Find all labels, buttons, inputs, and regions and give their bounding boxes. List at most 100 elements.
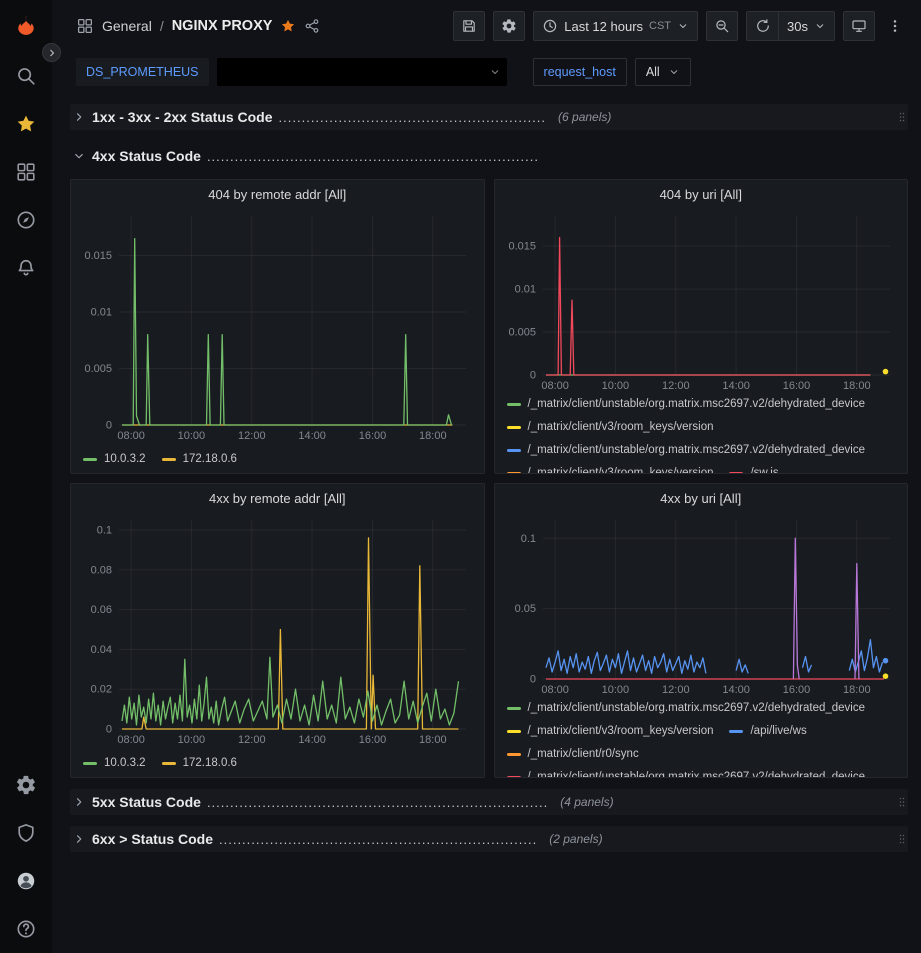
dashboard-settings-button[interactable] xyxy=(493,11,525,41)
grafana-logo[interactable] xyxy=(0,0,52,52)
svg-text:0.01: 0.01 xyxy=(514,284,535,296)
dashboard-row-5xx[interactable]: 5xx Status Code ........................… xyxy=(70,789,908,815)
breadcrumb-section[interactable]: General xyxy=(102,18,152,34)
dashboard-row-4xx[interactable]: 4xx Status Code ........................… xyxy=(70,143,908,169)
svg-text:12:00: 12:00 xyxy=(662,684,690,696)
legend-item[interactable]: 172.18.0.6 xyxy=(162,753,237,773)
legend-label: /_matrix/client/v3/room_keys/version xyxy=(528,725,714,737)
time-series-chart[interactable]: 00.020.040.060.080.108:0010:0012:0014:00… xyxy=(79,512,476,746)
panels-grid: 404 by remote addr [All] 00.0050.010.015… xyxy=(70,179,908,778)
legend-item[interactable]: 10.0.3.2 xyxy=(83,753,146,773)
panel-404-by-remote-addr: 404 by remote addr [All] 00.0050.010.015… xyxy=(70,179,485,474)
breadcrumb: General / NGINX PROXY xyxy=(76,17,320,35)
compass-icon xyxy=(15,209,37,231)
favorite-star-button[interactable] xyxy=(280,18,296,34)
svg-text:14:00: 14:00 xyxy=(722,380,750,392)
legend-swatch xyxy=(729,730,743,733)
time-series-chart[interactable]: 00.0050.010.01508:0010:0012:0014:0016:00… xyxy=(503,208,900,392)
refresh-dashboard-button[interactable] xyxy=(746,11,778,41)
row-drag-handle-icon[interactable] xyxy=(896,108,908,126)
cycle-view-mode-button[interactable] xyxy=(843,11,875,41)
request-host-variable: request_host All xyxy=(533,58,691,86)
search-icon xyxy=(15,65,37,87)
legend-item[interactable]: /_matrix/client/unstable/org.matrix.msc2… xyxy=(507,440,866,460)
row-title: 6xx > Status Code xyxy=(92,831,213,847)
legend-item[interactable]: /_matrix/client/v3/room_keys/version xyxy=(507,463,714,473)
legend-item[interactable]: /api/live/ws xyxy=(729,721,806,741)
svg-text:0.04: 0.04 xyxy=(91,644,112,656)
svg-text:16:00: 16:00 xyxy=(359,430,387,442)
dashboards-grid-icon xyxy=(15,161,37,183)
svg-text:10:00: 10:00 xyxy=(178,430,206,442)
sidebar-item-profile[interactable] xyxy=(0,857,52,905)
time-range-label: Last 12 hours xyxy=(564,19,643,34)
main-area: General / NGINX PROXY Last 12 hours CST xyxy=(52,0,921,953)
legend-swatch xyxy=(83,458,97,461)
sidebar-item-starred[interactable] xyxy=(0,100,52,148)
share-dashboard-button[interactable] xyxy=(304,18,320,34)
variable-label-ds-prometheus: DS_PROMETHEUS xyxy=(76,58,209,86)
legend-item[interactable]: /_matrix/client/v3/room_keys/version xyxy=(507,417,714,437)
row-title-dots: ........................................… xyxy=(207,149,539,164)
panel-title[interactable]: 404 by uri [All] xyxy=(495,180,908,208)
time-series-chart[interactable]: 00.0050.010.01508:0010:0012:0014:0016:00… xyxy=(79,208,476,442)
legend-label: /_matrix/client/unstable/org.matrix.msc2… xyxy=(528,444,866,456)
dashboard-menu-button[interactable] xyxy=(883,11,907,41)
dashboard-row-6xx[interactable]: 6xx > Status Code ......................… xyxy=(70,826,908,852)
legend-label: /_matrix/client/unstable/org.matrix.msc2… xyxy=(528,398,866,410)
svg-text:0.015: 0.015 xyxy=(508,241,536,253)
variable-label-text: DS_PROMETHEUS xyxy=(86,65,199,79)
svg-text:0.01: 0.01 xyxy=(91,307,112,319)
legend-label: 10.0.3.2 xyxy=(104,757,146,769)
sidebar-item-dashboards[interactable] xyxy=(0,148,52,196)
legend-item[interactable]: /_matrix/client/unstable/org.matrix.msc2… xyxy=(507,767,866,777)
panel-title[interactable]: 4xx by uri [All] xyxy=(495,484,908,512)
svg-text:0.08: 0.08 xyxy=(91,564,112,576)
time-range-picker[interactable]: Last 12 hours CST xyxy=(533,11,698,41)
panel-legend: 10.0.3.2 172.18.0.6 xyxy=(71,751,484,773)
legend-swatch xyxy=(507,449,521,452)
legend-item[interactable]: 10.0.3.2 xyxy=(83,449,146,469)
sidebar-item-alerting[interactable] xyxy=(0,244,52,292)
legend-item[interactable]: 172.18.0.6 xyxy=(162,449,237,469)
legend-swatch xyxy=(507,707,521,710)
time-series-chart[interactable]: 00.050.108:0010:0012:0014:0016:0018:00 xyxy=(503,512,900,696)
dashboard-row-1xx-3xx-2xx[interactable]: 1xx - 3xx - 2xx Status Code ............… xyxy=(70,104,908,130)
refresh-interval-picker[interactable]: 30s xyxy=(778,11,835,41)
legend-item[interactable]: /_matrix/client/unstable/org.matrix.msc2… xyxy=(507,394,866,414)
legend-label: /_matrix/client/v3/room_keys/version xyxy=(528,467,714,473)
legend-item[interactable]: /_matrix/client/unstable/org.matrix.msc2… xyxy=(507,698,866,718)
save-dashboard-button[interactable] xyxy=(453,11,485,41)
request-host-select[interactable]: All xyxy=(635,58,691,86)
legend-swatch xyxy=(507,426,521,429)
sidebar-item-configuration[interactable] xyxy=(0,761,52,809)
svg-text:16:00: 16:00 xyxy=(359,734,387,746)
legend-item[interactable]: /_matrix/client/v3/room_keys/version xyxy=(507,721,714,741)
panel-title[interactable]: 404 by remote addr [All] xyxy=(71,180,484,208)
refresh-group: 30s xyxy=(746,11,835,41)
row-drag-handle-icon[interactable] xyxy=(896,830,908,848)
legend-swatch xyxy=(729,472,743,474)
panel-title-text: 4xx by uri [All] xyxy=(660,491,741,506)
sidebar-item-help[interactable] xyxy=(0,905,52,953)
row-drag-handle-icon[interactable] xyxy=(896,793,908,811)
legend-swatch xyxy=(162,458,176,461)
bell-icon xyxy=(15,257,37,279)
svg-text:12:00: 12:00 xyxy=(238,734,266,746)
panel-title-text: 404 by remote addr [All] xyxy=(208,187,346,202)
row-title: 4xx Status Code xyxy=(92,148,201,164)
legend-label: /sw.js xyxy=(750,467,778,473)
sidebar-item-server-admin[interactable] xyxy=(0,809,52,857)
svg-text:18:00: 18:00 xyxy=(843,380,871,392)
zoom-out-time-button[interactable] xyxy=(706,11,738,41)
svg-text:0.015: 0.015 xyxy=(84,250,112,262)
svg-text:12:00: 12:00 xyxy=(238,430,266,442)
sidebar-expand-button[interactable] xyxy=(42,43,61,62)
row-panel-count: (4 panels) xyxy=(560,795,613,809)
legend-item[interactable]: /_matrix/client/r0/sync xyxy=(507,744,639,764)
datasource-select[interactable] xyxy=(217,58,507,86)
sidebar-item-explore[interactable] xyxy=(0,196,52,244)
variable-label-request-host[interactable]: request_host xyxy=(533,58,627,86)
legend-item[interactable]: /sw.js xyxy=(729,463,778,473)
panel-title[interactable]: 4xx by remote addr [All] xyxy=(71,484,484,512)
